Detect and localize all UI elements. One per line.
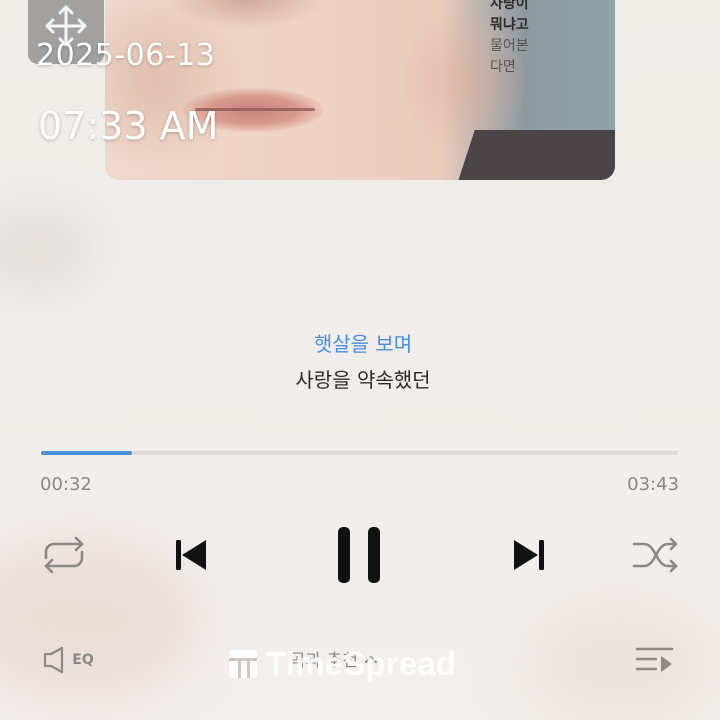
album-caption-line: 다면	[490, 59, 516, 75]
elapsed-time: 00:32	[40, 474, 92, 495]
album-caption: 사랑이 뭐냐고 물어본 다면	[490, 0, 590, 78]
total-time: 03:43	[627, 474, 679, 495]
repeat-icon	[44, 536, 84, 574]
timestamp-time: 07:33 AM	[38, 104, 219, 148]
next-button[interactable]	[504, 530, 554, 580]
watermark: TimeSpread	[228, 645, 456, 683]
eq-button[interactable]: EQ	[36, 640, 100, 680]
album-caption-line: 사랑이	[490, 0, 529, 12]
album-art-collar	[455, 130, 615, 180]
background-blur	[0, 220, 90, 280]
album-art[interactable]: 사랑이 뭐냐고 물어본 다면	[105, 0, 615, 180]
shuffle-icon	[632, 537, 678, 573]
progress-bar[interactable]	[41, 451, 678, 455]
timestamp-date: 2025-06-13	[36, 38, 216, 73]
player-screen: 사랑이 뭐냐고 물어본 다면 2025-06-13 07:33 AM 햇살을 보…	[0, 0, 720, 720]
watermark-logo-icon	[229, 650, 257, 678]
pause-icon	[338, 527, 380, 583]
album-caption-line: 물어본	[490, 38, 529, 54]
progress-fill	[41, 451, 133, 455]
pause-button[interactable]	[326, 520, 392, 590]
background-blur	[520, 600, 720, 720]
playlist-button[interactable]	[632, 640, 678, 680]
speaker-icon	[44, 646, 64, 674]
repeat-button[interactable]	[36, 532, 92, 578]
lyric-next-line[interactable]: 사랑을 약속했던	[0, 364, 720, 393]
album-art-nose	[165, 0, 325, 30]
skip-next-icon	[514, 540, 544, 570]
album-caption-line: 뭐냐고	[490, 17, 529, 33]
eq-label: EQ	[72, 652, 94, 668]
previous-button[interactable]	[166, 530, 216, 580]
lyric-current-line[interactable]: 햇살을 보며	[0, 328, 720, 357]
shuffle-button[interactable]	[628, 532, 684, 578]
playlist-icon	[635, 647, 674, 672]
skip-previous-icon	[176, 540, 206, 570]
watermark-text: TimeSpread	[266, 645, 457, 682]
